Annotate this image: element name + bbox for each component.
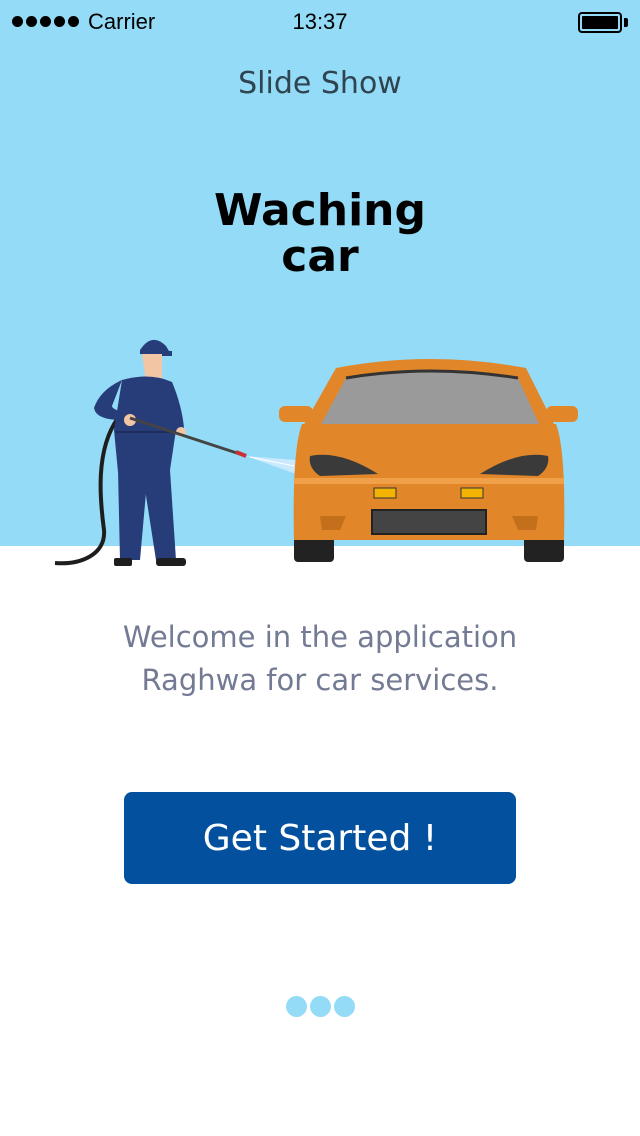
nav-title: Slide Show	[238, 66, 402, 101]
hero-headline: Waching car	[0, 188, 640, 280]
get-started-button[interactable]: Get Started !	[124, 792, 516, 884]
welcome-line-1: Welcome in the application	[122, 620, 518, 654]
page-indicator[interactable]	[0, 996, 640, 1017]
welcome-line-2: Raghwa for car services.	[141, 663, 499, 697]
headline-line-1: Waching	[214, 185, 426, 236]
battery-tip	[624, 18, 628, 27]
worker-figure	[94, 339, 186, 566]
car-wash-illustration	[54, 339, 578, 566]
car-figure	[279, 359, 578, 562]
status-bar: Carrier 13:37	[0, 0, 640, 44]
page-dot-2[interactable]	[309, 996, 331, 1017]
hose	[54, 416, 120, 566]
battery-icon	[578, 12, 622, 33]
status-time: 13:37	[292, 9, 348, 34]
page-dot-3[interactable]	[333, 996, 355, 1017]
welcome-text: Welcome in the application Raghwa for ca…	[0, 616, 640, 702]
headline-line-2: car	[281, 231, 359, 282]
page-dot-1[interactable]	[285, 996, 307, 1017]
